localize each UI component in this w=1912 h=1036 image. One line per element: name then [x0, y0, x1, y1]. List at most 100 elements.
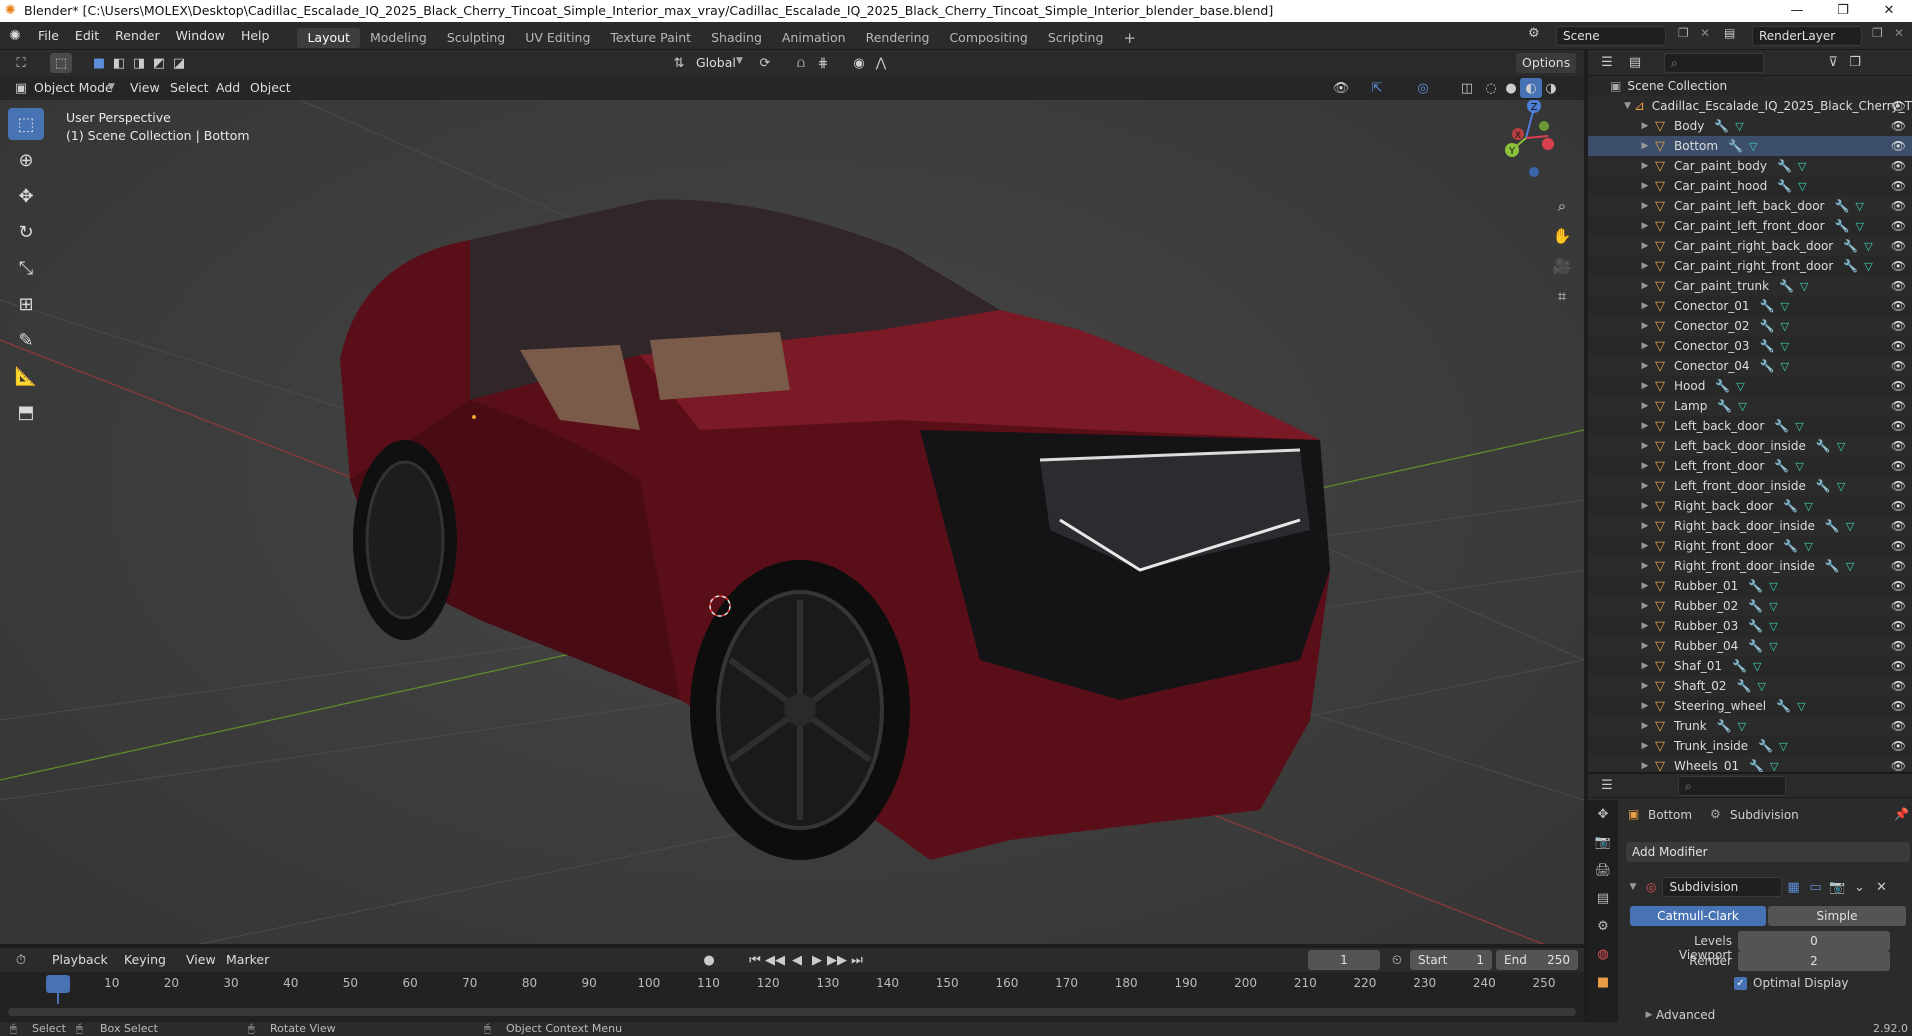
expand-triangle-icon[interactable]: ▶: [1638, 321, 1652, 331]
mesh-data-icon[interactable]: ▽: [1804, 500, 1812, 513]
mesh-data-icon[interactable]: ▽: [1749, 140, 1757, 153]
wrench-icon[interactable]: 🔧: [1717, 399, 1732, 413]
object-tab-icon[interactable]: ■: [1588, 968, 1618, 996]
timeline-ruler[interactable]: 1102030405060708090100110120130140150160…: [0, 972, 1584, 1022]
expand-triangle-icon[interactable]: ▶: [1638, 741, 1652, 751]
wrench-icon[interactable]: 🔧: [1843, 259, 1858, 273]
transform-orientation-icon[interactable]: ⇅: [668, 53, 690, 73]
expand-triangle-icon[interactable]: ▶: [1638, 481, 1652, 491]
snap-icon[interactable]: ⩍: [790, 53, 812, 73]
wrench-icon[interactable]: 🔧: [1835, 219, 1850, 233]
annotate-tool-icon[interactable]: ✎: [8, 324, 44, 356]
menu-keying[interactable]: Keying: [118, 950, 172, 970]
zoom-view-icon[interactable]: ⌕: [1548, 192, 1576, 220]
reverse-play-icon[interactable]: ◀: [786, 950, 808, 970]
pan-view-icon[interactable]: ✋: [1548, 222, 1576, 250]
ortho-toggle-icon[interactable]: ⌗: [1548, 282, 1576, 310]
outliner-item[interactable]: ▶ ▽ Rubber_01 🔧 ▽ 👁: [1588, 576, 1912, 596]
outliner-item[interactable]: ▶ ▽ Conector_01 🔧 ▽ 👁: [1588, 296, 1912, 316]
mesh-data-icon[interactable]: ▽: [1769, 580, 1777, 593]
mesh-data-icon[interactable]: ▽: [1864, 240, 1872, 253]
mesh-data-icon[interactable]: ▽: [1837, 480, 1845, 493]
gizmo-neg-y-axis[interactable]: [1539, 121, 1549, 131]
xray-icon[interactable]: ◫: [1456, 78, 1478, 98]
next-keyframe-icon[interactable]: ▶▶: [826, 950, 848, 970]
expand-triangle-icon[interactable]: ▶: [1638, 661, 1652, 671]
mesh-data-icon[interactable]: ▽: [1738, 720, 1746, 733]
menu-edit[interactable]: Edit: [67, 22, 107, 50]
world-tab-icon[interactable]: ◍: [1588, 940, 1618, 968]
eye-icon[interactable]: 👁: [1891, 499, 1906, 513]
camera-view-icon[interactable]: 🎥: [1548, 252, 1576, 280]
expand-triangle-icon[interactable]: ▶: [1638, 681, 1652, 691]
render-layer-remove-icon[interactable]: ✕: [1894, 26, 1904, 40]
outliner-item[interactable]: ▶ ▽ Lamp 🔧 ▽ 👁: [1588, 396, 1912, 416]
mesh-data-icon[interactable]: ▽: [1781, 360, 1789, 373]
expand-triangle-icon[interactable]: ▶: [1638, 601, 1652, 611]
add-workspace-icon[interactable]: +: [1113, 28, 1146, 48]
outliner-item[interactable]: ▶ ▽ Car_paint_trunk 🔧 ▽ 👁: [1588, 276, 1912, 296]
mesh-data-icon[interactable]: ▽: [1795, 460, 1803, 473]
eye-icon[interactable]: 👁: [1891, 599, 1906, 613]
wrench-icon[interactable]: 🔧: [1843, 239, 1858, 253]
eye-icon[interactable]: 👁: [1891, 579, 1906, 593]
wrench-icon[interactable]: 🔧: [1834, 199, 1849, 213]
end-frame-field[interactable]: End 250: [1496, 950, 1578, 970]
menu-select[interactable]: Select: [164, 78, 215, 98]
render-tab-icon[interactable]: 📷: [1588, 828, 1618, 856]
outliner-item[interactable]: ▶ ▽ Conector_04 🔧 ▽ 👁: [1588, 356, 1912, 376]
outliner-item[interactable]: ▶ ▽ Left_front_door 🔧 ▽ 👁: [1588, 456, 1912, 476]
blender-menu-icon[interactable]: ✺: [0, 28, 30, 44]
mesh-data-icon[interactable]: ▽: [1846, 520, 1854, 533]
eye-icon[interactable]: 👁: [1891, 179, 1906, 193]
view-layer-tab-icon[interactable]: ▤: [1588, 884, 1618, 912]
expand-triangle-icon[interactable]: ▶: [1638, 281, 1652, 291]
expand-triangle-icon[interactable]: ▶: [1638, 441, 1652, 451]
menu-file[interactable]: File: [30, 22, 67, 50]
eye-icon[interactable]: 👁: [1891, 419, 1906, 433]
expand-triangle-icon[interactable]: ▶: [1638, 361, 1652, 371]
menu-window[interactable]: Window: [168, 22, 233, 50]
wrench-icon[interactable]: 🔧: [1760, 339, 1775, 353]
mesh-data-icon[interactable]: ▽: [1798, 180, 1806, 193]
outliner-item[interactable]: ▶ ▽ Rubber_03 🔧 ▽ 👁: [1588, 616, 1912, 636]
menu-timeline-view[interactable]: View: [180, 950, 222, 970]
outliner-item[interactable]: ▶ ▽ Hood 🔧 ▽ 👁: [1588, 376, 1912, 396]
wireframe-shading-icon[interactable]: ◌: [1480, 78, 1502, 98]
outliner-search-input[interactable]: ⌕: [1664, 52, 1764, 73]
expand-triangle-icon[interactable]: ▶: [1638, 401, 1652, 411]
eye-icon[interactable]: 👁: [1891, 699, 1906, 713]
wrench-icon[interactable]: 🔧: [1732, 659, 1747, 673]
wrench-icon[interactable]: 🔧: [1737, 679, 1752, 693]
tool-tab-icon[interactable]: ✥: [1588, 800, 1618, 828]
current-frame-field[interactable]: 1: [1308, 950, 1380, 970]
measure-tool-icon[interactable]: 📐: [8, 360, 44, 392]
wrench-icon[interactable]: 🔧: [1774, 419, 1789, 433]
outliner-item[interactable]: ▶ ▽ Right_front_door 🔧 ▽ 👁: [1588, 536, 1912, 556]
render-toggle-icon[interactable]: 📷: [1826, 877, 1848, 897]
scene-icon[interactable]: ⚙: [1528, 26, 1540, 41]
scene-field[interactable]: Scene: [1556, 26, 1666, 46]
tab-uv-editing[interactable]: UV Editing: [515, 28, 600, 48]
eye-icon[interactable]: 👁: [1891, 99, 1906, 113]
wrench-icon[interactable]: 🔧: [1758, 739, 1773, 753]
outliner-item[interactable]: ▶ ▽ Car_paint_left_back_door 🔧 ▽ 👁: [1588, 196, 1912, 216]
tab-modeling[interactable]: Modeling: [360, 28, 437, 48]
expand-triangle-icon[interactable]: ▶: [1638, 541, 1652, 551]
render-layer-field[interactable]: RenderLayer: [1752, 26, 1862, 46]
play-icon[interactable]: ▶: [806, 950, 828, 970]
menu-render[interactable]: Render: [107, 22, 168, 50]
wrench-icon[interactable]: 🔧: [1783, 499, 1798, 513]
mesh-data-icon[interactable]: ▽: [1736, 380, 1744, 393]
expand-triangle-icon[interactable]: ▶: [1638, 161, 1652, 171]
select-intersect-icon[interactable]: ◪: [168, 53, 190, 73]
outliner-item[interactable]: ▶ ▽ Car_paint_right_back_door 🔧 ▽ 👁: [1588, 236, 1912, 256]
gizmo-neg-z-axis[interactable]: [1529, 167, 1539, 177]
tab-shading[interactable]: Shading: [701, 28, 772, 48]
properties-editor-icon[interactable]: ☰: [1596, 776, 1618, 796]
display-mode-icon[interactable]: ▤: [1624, 53, 1646, 73]
expand-triangle-icon[interactable]: ▶: [1638, 221, 1652, 231]
eye-icon[interactable]: 👁: [1891, 319, 1906, 333]
outliner-item[interactable]: ▶ ▽ Conector_03 🔧 ▽ 👁: [1588, 336, 1912, 356]
eye-icon[interactable]: 👁: [1891, 739, 1906, 753]
